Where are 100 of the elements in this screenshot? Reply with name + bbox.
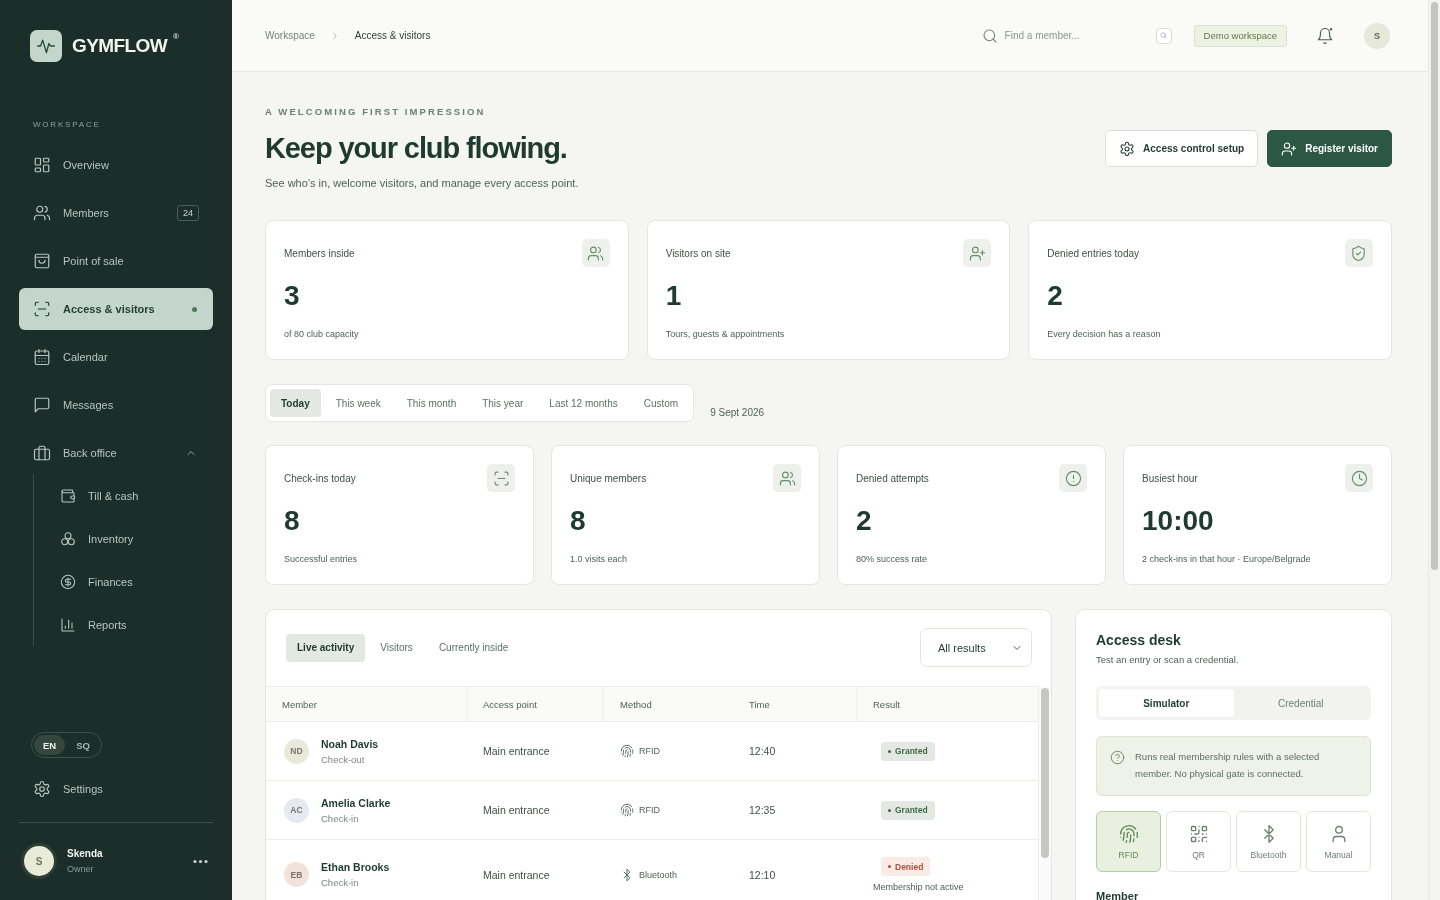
section-label: WORKSPACE <box>33 120 102 130</box>
column-heading: Time <box>748 698 770 710</box>
search-shortcut-icon <box>1155 27 1172 44</box>
people-icon <box>773 464 801 492</box>
shield-check-icon <box>1345 239 1373 267</box>
setup-button[interactable]: Access control setup <box>1105 130 1259 167</box>
card-title: Access desk <box>1096 631 1182 649</box>
member-avatar: EB <box>284 862 309 887</box>
nav-item[interactable]: Overview <box>19 144 213 186</box>
card-subtitle: Test an entry or scan a credential. <box>1096 653 1240 667</box>
table-scrollbar[interactable] <box>1038 686 1051 900</box>
dot-icon <box>192 306 197 312</box>
nav-item[interactable]: Point of sale <box>19 240 213 282</box>
notifications-bell-icon[interactable] <box>1316 26 1334 45</box>
period-tab[interactable]: This week <box>324 389 392 417</box>
settings-icon <box>33 780 51 798</box>
chat-bubble-icon <box>33 396 51 414</box>
stat-value: 3 <box>284 279 301 313</box>
language-option[interactable]: EN <box>34 735 66 755</box>
access-point: Main entrance <box>483 804 550 816</box>
stat-label: Visitors on site <box>665 247 731 259</box>
period-tab[interactable]: Today <box>270 389 321 417</box>
mode-option[interactable]: Simulator <box>1099 689 1234 717</box>
fingerprint-icon <box>620 803 634 817</box>
page-subtitle: See who’s in, welcome visitors, and manage every access point. <box>265 176 579 190</box>
method-label: RFID <box>639 805 660 815</box>
circles-icon <box>60 530 76 547</box>
activity-tab[interactable]: Currently inside <box>427 633 520 662</box>
stat-note: Every decision has a reason <box>1047 328 1162 341</box>
user-role: Owner <box>67 864 95 874</box>
register-button[interactable]: Register visitor <box>1267 130 1392 167</box>
activity-tab[interactable]: Live activity <box>286 633 366 662</box>
method-label: RFID <box>639 746 660 756</box>
entry-time: 12:35 <box>749 804 776 816</box>
nav-subitem[interactable]: Finances <box>60 560 213 603</box>
column-heading: Method <box>619 698 652 710</box>
stat-value: 8 <box>284 504 301 538</box>
brand-name: GYMFLOW <box>72 35 167 57</box>
method-option[interactable]: Bluetooth <box>1236 811 1301 872</box>
nav-item[interactable]: Members 24 <box>19 192 213 234</box>
settings-link[interactable]: Settings <box>19 768 213 810</box>
result-badge: Granted <box>881 800 935 820</box>
stat-label: Check-ins today <box>284 472 356 484</box>
nav-subitem[interactable]: Till & cash <box>60 474 213 517</box>
entry-type: Check-in <box>321 877 360 888</box>
scrollbar-thumb[interactable] <box>1041 688 1049 858</box>
search-field[interactable]: Find a member... <box>1004 30 1151 41</box>
scan-frame-icon <box>487 464 515 492</box>
stat-label: Denied attempts <box>856 472 929 484</box>
access-point: Main entrance <box>483 868 550 881</box>
registered-mark: ® <box>173 32 179 41</box>
result-filter-select[interactable]: All results <box>920 628 1032 667</box>
member-name: Noah Davis <box>321 737 379 750</box>
eyebrow-text: A WELCOMING FIRST IMPRESSION <box>265 106 487 118</box>
user-avatar[interactable]: S <box>1364 22 1390 49</box>
nav-item[interactable]: Calendar <box>19 336 213 378</box>
stat-label: Busiest hour <box>1142 472 1198 484</box>
activity-tab[interactable]: Visitors <box>369 633 424 662</box>
date-label: 9 Sept 2026 <box>710 407 765 420</box>
stat-label: Denied entries today <box>1047 247 1140 259</box>
help-icon <box>1110 750 1125 765</box>
wallet-icon <box>60 487 76 504</box>
method-option[interactable]: Manual <box>1306 811 1371 872</box>
denial-reason: Membership not active <box>873 882 964 892</box>
breadcrumb-current: Access & visitors <box>354 30 431 41</box>
fingerprint-icon <box>620 744 634 758</box>
stat-value: 2 <box>1047 279 1064 313</box>
field-label: Member <box>1096 890 1140 900</box>
period-tab[interactable]: Last 12 months <box>538 389 629 417</box>
breadcrumb-link[interactable]: Workspace <box>265 30 315 41</box>
calendar-icon <box>33 348 51 366</box>
entry-time: 12:40 <box>749 745 776 757</box>
period-tab[interactable]: This year <box>471 389 535 417</box>
scrollbar-thumb[interactable] <box>1431 2 1438 570</box>
period-tab[interactable]: Custom <box>632 389 690 417</box>
method-option[interactable]: QR <box>1166 811 1231 872</box>
page-scrollbar[interactable] <box>1428 0 1440 900</box>
nav-item[interactable]: Access & visitors <box>19 288 213 330</box>
column-heading: Result <box>872 698 900 710</box>
workspace-badge: Demo workspace <box>1193 24 1287 47</box>
nav-item[interactable]: Messages <box>19 384 213 426</box>
method-option[interactable]: RFID <box>1096 811 1161 872</box>
member-name: Ethan Brooks <box>321 861 390 873</box>
mode-option[interactable]: Credential <box>1233 689 1368 717</box>
stat-note: Tours, guests & appointments <box>665 328 786 341</box>
stat-value: 8 <box>570 504 587 538</box>
search-icon <box>981 27 998 44</box>
pulse-logo-icon <box>30 30 62 62</box>
add-person-icon <box>1281 140 1298 157</box>
add-person-icon <box>963 239 992 267</box>
scan-frame-icon <box>33 300 51 318</box>
language-option[interactable]: SQ <box>67 735 99 755</box>
stat-note: of 80 club capacity <box>284 328 360 341</box>
period-tab[interactable]: This month <box>395 389 468 417</box>
nav-item[interactable]: Back office <box>19 432 213 474</box>
bag-icon <box>33 252 51 270</box>
access-point: Main entrance <box>483 745 550 757</box>
result-badge: Granted <box>881 741 935 761</box>
nav-subitem[interactable]: Inventory <box>60 517 213 560</box>
nav-subitem[interactable]: Reports <box>60 603 213 646</box>
